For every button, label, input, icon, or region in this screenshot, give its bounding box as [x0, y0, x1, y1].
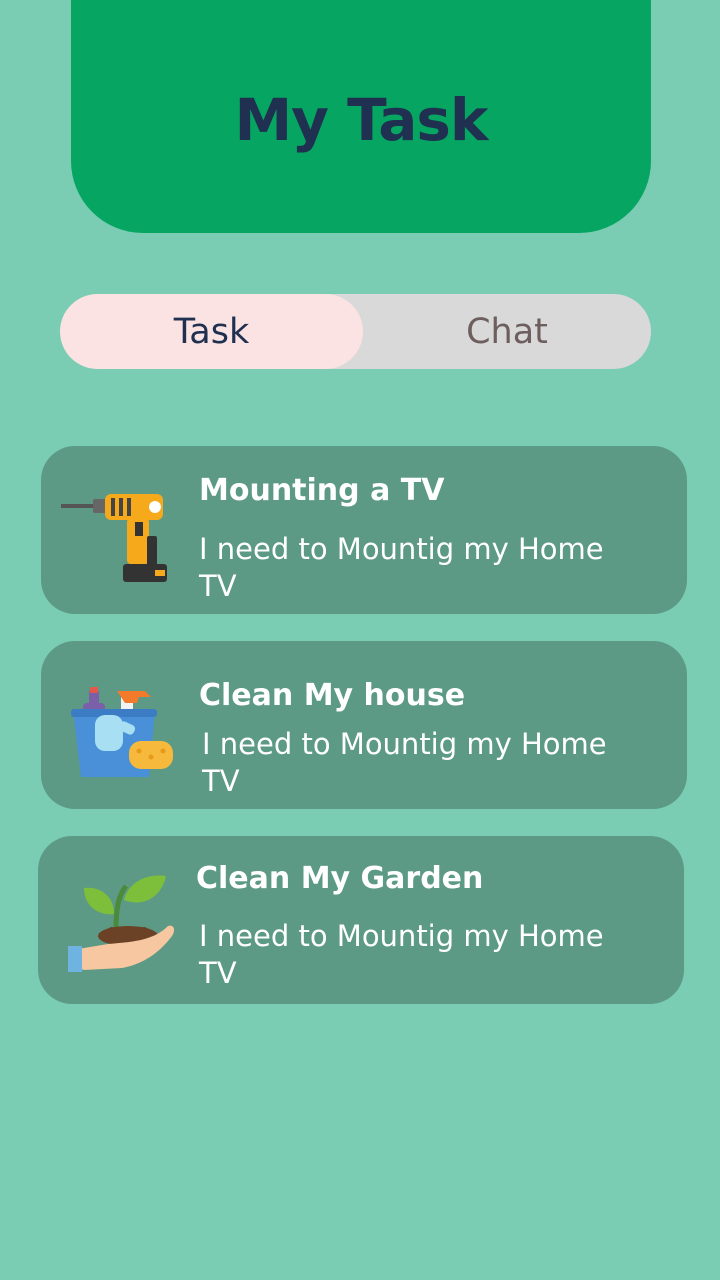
drill-icon — [59, 466, 183, 590]
plant-in-hand-icon — [56, 866, 180, 990]
task-title: Clean My house — [199, 678, 466, 713]
task-card-clean-garden[interactable]: Clean My Garden I need to Mountig my Hom… — [38, 836, 684, 1004]
task-card-mounting-tv[interactable]: Mounting a TV I need to Mountig my Home … — [41, 446, 687, 614]
task-description: I need to Mountig my Home TV — [199, 532, 604, 603]
tab-switcher: Task Chat — [60, 294, 651, 369]
header-banner: My Task — [71, 0, 651, 233]
task-title: Clean My Garden — [196, 861, 484, 896]
task-description: I need to Mountig my Home TV — [202, 727, 607, 798]
tab-chat[interactable]: Chat — [363, 294, 651, 369]
task-description: I need to Mountig my Home TV — [199, 919, 604, 990]
task-card-clean-house[interactable]: Clean My house I need to Mountig my Home… — [41, 641, 687, 809]
task-title: Mounting a TV — [199, 473, 445, 508]
tab-task[interactable]: Task — [60, 294, 363, 369]
page-title: My Task — [234, 85, 488, 154]
cleaning-bucket-icon — [59, 661, 183, 785]
